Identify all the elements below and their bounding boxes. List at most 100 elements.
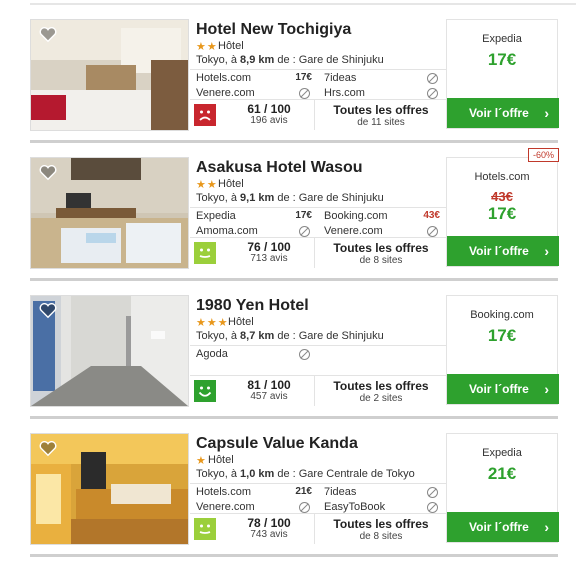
all-offers-button[interactable]: Toutes les offres de 2 sites xyxy=(314,376,447,406)
price-row[interactable]: EasyToBook xyxy=(318,499,446,514)
site-name: 7ideas xyxy=(324,486,357,498)
price-row[interactable]: Venere.com xyxy=(318,223,446,238)
site-name: Expedia xyxy=(196,210,236,222)
price-row[interactable]: Venere.com xyxy=(190,499,318,514)
card-divider xyxy=(30,554,558,557)
rating-row: 78 / 100 743 avis Toutes les offres de 8… xyxy=(190,513,446,544)
star-rating: ★★★ xyxy=(196,317,229,329)
all-offers-sites: de 2 sites xyxy=(359,393,403,404)
location-distance: 8,9 km xyxy=(240,54,275,66)
price-row[interactable]: Expedia 17€ xyxy=(190,208,318,223)
price-row[interactable]: 7ideas xyxy=(318,70,446,85)
hotel-type: Hôtel xyxy=(208,454,234,466)
view-offer-button[interactable]: Voir l´offre › xyxy=(447,236,559,266)
review-score: 81 / 100 xyxy=(247,378,291,392)
price-row[interactable]: Booking.com 43€ xyxy=(318,208,446,223)
hotel-info: Asakusa Hotel Wasou ★★ Hôtel Tokyo, à 9,… xyxy=(190,157,446,268)
site-price: 43€ xyxy=(423,210,440,221)
all-offers-button[interactable]: Toutes les offres de 8 sites xyxy=(314,514,447,544)
favorite-heart-icon[interactable] xyxy=(39,165,57,181)
chevron-right-icon: › xyxy=(544,105,549,121)
hotel-name[interactable]: 1980 Yen Hotel xyxy=(196,297,309,315)
deal-price: 17€ xyxy=(487,50,517,69)
unavailable-icon xyxy=(299,349,310,360)
hotel-photo[interactable] xyxy=(30,19,189,131)
deal-provider: Hotels.com xyxy=(474,171,530,183)
unavailable-icon xyxy=(427,88,438,99)
unavailable-icon xyxy=(299,88,310,99)
star-rating: ★★ xyxy=(196,41,218,53)
chevron-right-icon: › xyxy=(544,381,549,397)
review-count[interactable]: 196 avis xyxy=(225,115,313,126)
hotel-card: Hotel New Tochigiya ★★ Hôtel Tokyo, à 8,… xyxy=(30,19,559,143)
all-offers-label: Toutes les offres xyxy=(333,517,429,531)
deal-price: 21€ xyxy=(487,464,517,483)
all-offers-sites: de 8 sites xyxy=(359,531,403,542)
discount-badge: -60% xyxy=(527,148,559,162)
view-offer-button[interactable]: Voir l´offre › xyxy=(447,512,559,542)
unavailable-icon xyxy=(299,502,310,513)
hotel-photo[interactable] xyxy=(30,295,189,407)
unavailable-icon xyxy=(299,226,310,237)
hotel-card: 1980 Yen Hotel ★★★ Hôtel Tokyo, à 8,7 km… xyxy=(30,295,559,419)
view-offer-button[interactable]: Voir l´offre › xyxy=(447,98,559,128)
hotel-type: Hôtel xyxy=(218,178,244,190)
hotel-name[interactable]: Capsule Value Kanda xyxy=(196,435,358,453)
star-rating: ★★ xyxy=(196,179,218,191)
deal-price: 17€ xyxy=(487,326,517,345)
best-deal-panel: -60% Hotels.com 43€ 17€ Voir l´offre › xyxy=(446,148,559,267)
review-count[interactable]: 713 avis xyxy=(225,253,313,264)
hotel-name[interactable]: Asakusa Hotel Wasou xyxy=(196,159,363,177)
card-divider xyxy=(30,416,558,419)
location-prefix: Tokyo, à xyxy=(196,192,241,204)
hotel-info: 1980 Yen Hotel ★★★ Hôtel Tokyo, à 8,7 km… xyxy=(190,295,447,406)
deal-provider: Expedia xyxy=(482,447,522,459)
price-row[interactable]: Hotels.com 21€ xyxy=(190,484,318,499)
site-name: Hotels.com xyxy=(196,72,252,84)
all-offers-button[interactable]: Toutes les offres de 11 sites xyxy=(314,100,447,130)
site-name: Booking.com xyxy=(324,210,388,222)
site-price: 17€ xyxy=(295,210,312,221)
price-comparison: Hotels.com 17€ 7ideas Venere.com Hrs.com xyxy=(190,69,446,100)
price-row[interactable]: Amoma.com xyxy=(190,223,318,238)
chevron-right-icon: › xyxy=(544,519,549,535)
location-landmark: de : Gare Centrale de Tokyo xyxy=(274,468,415,480)
all-offers-button[interactable]: Toutes les offres de 8 sites xyxy=(314,238,447,268)
review-score: 78 / 100 xyxy=(247,516,291,530)
price-row[interactable]: Hrs.com xyxy=(318,85,446,100)
all-offers-sites: de 8 sites xyxy=(359,255,403,266)
location-landmark: de : Gare de Shinjuku xyxy=(274,330,384,342)
price-row[interactable]: Agoda xyxy=(190,346,318,361)
location-distance: 1,0 km xyxy=(240,468,275,480)
rating-row: 76 / 100 713 avis Toutes les offres de 8… xyxy=(190,237,446,268)
hotel-photo[interactable] xyxy=(30,433,189,545)
hotel-location: Tokyo, à 8,7 km de : Gare de Shinjuku xyxy=(196,330,384,342)
view-offer-button[interactable]: Voir l´offre › xyxy=(447,374,559,404)
top-divider xyxy=(30,3,576,5)
price-row[interactable]: Venere.com xyxy=(190,85,318,100)
review-count[interactable]: 457 avis xyxy=(225,391,313,402)
neutral-face-icon xyxy=(194,242,216,264)
price-comparison: Hotels.com 21€ 7ideas Venere.com EasyToBo… xyxy=(190,483,446,514)
location-prefix: Tokyo, à xyxy=(196,468,241,480)
unavailable-icon xyxy=(427,502,438,513)
location-distance: 9,1 km xyxy=(240,192,275,204)
view-offer-label: Voir l´offre xyxy=(469,244,529,258)
hotel-type: Hôtel xyxy=(228,316,254,328)
all-offers-sites: de 11 sites xyxy=(357,117,405,128)
unavailable-icon xyxy=(427,73,438,84)
site-name: Agoda xyxy=(196,348,228,360)
site-name: Amoma.com xyxy=(196,225,258,237)
site-name: Hrs.com xyxy=(324,87,365,99)
location-prefix: Tokyo, à xyxy=(196,54,241,66)
hotel-name[interactable]: Hotel New Tochigiya xyxy=(196,21,351,39)
neutral-face-icon xyxy=(194,518,216,540)
location-prefix: Tokyo, à xyxy=(196,330,241,342)
review-count[interactable]: 743 avis xyxy=(225,529,313,540)
favorite-heart-icon[interactable] xyxy=(39,303,57,319)
hotel-photo[interactable] xyxy=(30,157,189,269)
price-row[interactable]: 7ideas xyxy=(318,484,446,499)
favorite-heart-icon[interactable] xyxy=(39,27,57,43)
price-row[interactable]: Hotels.com 17€ xyxy=(190,70,318,85)
favorite-heart-icon[interactable] xyxy=(39,441,57,457)
